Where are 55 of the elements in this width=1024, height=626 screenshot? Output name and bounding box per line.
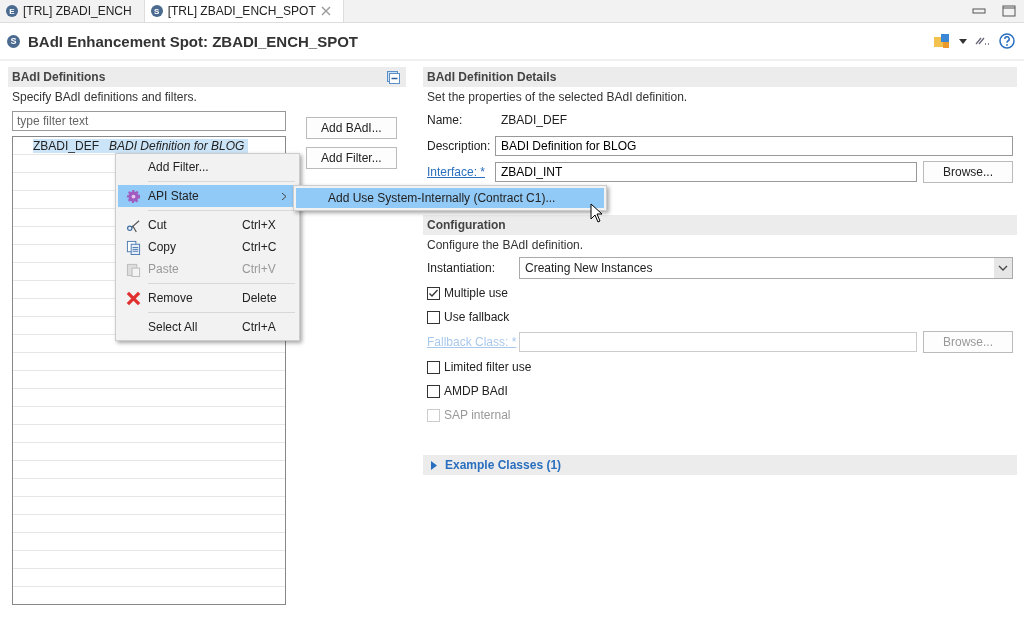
section-description: Configure the BAdI definition.	[426, 237, 585, 254]
menu-item[interactable]: Cut Ctrl+X	[118, 214, 297, 236]
section-description: Specify BAdI definitions and filters.	[11, 89, 198, 106]
editor-title: BAdI Enhancement Spot: ZBADI_ENCH_SPOT	[28, 32, 359, 50]
collapse-icon[interactable]	[387, 70, 400, 84]
checkbox[interactable]	[427, 384, 440, 398]
close-icon[interactable]	[320, 6, 331, 16]
tab-icon: S	[150, 5, 163, 17]
tab-icon: E	[6, 5, 18, 17]
checkbox-label: Use fallback	[444, 310, 510, 324]
remove-icon	[125, 290, 141, 306]
paste-icon	[125, 261, 141, 277]
section-title: BAdI Definitions	[12, 70, 106, 84]
checkbox[interactable]	[427, 360, 440, 374]
name-value: ZBADI_DEF	[500, 113, 567, 127]
interface-field[interactable]: ZBADI_INT	[495, 162, 917, 182]
editor-tab[interactable]: E [TRL] ZBADI_ENCH	[0, 0, 144, 22]
maximize-icon[interactable]	[1002, 5, 1016, 17]
interface-link[interactable]: Interface: *	[427, 165, 489, 179]
menu-item[interactable]: Select All Ctrl+A	[118, 316, 297, 338]
scissors-icon	[125, 217, 141, 233]
copy-icon	[125, 239, 141, 255]
help-icon[interactable]	[999, 33, 1015, 49]
add-button[interactable]: Add Filter...	[306, 147, 397, 169]
menu-item[interactable]: Copy Ctrl+C	[118, 236, 297, 258]
folder-icon[interactable]	[933, 33, 951, 49]
spot-icon: S	[7, 34, 20, 48]
field-label: Instantiation:	[427, 261, 497, 275]
gear-icon	[125, 188, 141, 204]
add-button[interactable]: Add BAdI...	[306, 117, 397, 139]
menu-item[interactable]: Add Use System-Internally (Contract C1)...	[296, 188, 604, 208]
checkbox[interactable]	[427, 310, 440, 324]
checkbox-label: Multiple use	[444, 286, 509, 300]
field-label: Description:	[427, 139, 489, 153]
minimize-icon[interactable]	[972, 8, 986, 14]
tree-item[interactable]: ZBADI_DEF BADI Definition for BLOG	[33, 138, 249, 153]
section-description: Set the properties of the selected BAdI definition.	[426, 89, 689, 106]
section-title: BAdI Definition Details	[427, 70, 557, 84]
description-field[interactable]: BADI Definition for BLOG	[495, 136, 1013, 156]
expand-arrow-icon[interactable]	[431, 460, 437, 470]
section-title: Configuration	[427, 218, 506, 232]
dropdown-icon[interactable]	[959, 38, 967, 44]
caret-icon	[994, 258, 1012, 278]
filter-field[interactable]: type filter text	[12, 111, 286, 131]
browse-button[interactable]: Browse...	[923, 161, 1013, 183]
instantiation-dropdown[interactable]: Creating New Instances	[519, 257, 1013, 279]
checkbox-label: Limited filter use	[444, 360, 532, 374]
checkbox-label: AMDP BAdI	[444, 384, 508, 398]
editor-tab[interactable]: S [TRL] ZBADI_ENCH_SPOT	[143, 0, 344, 22]
checkbox[interactable]	[427, 286, 440, 300]
checkbox-label: SAP internal	[444, 408, 511, 422]
toolbar-more-icon[interactable]	[975, 37, 991, 45]
cursor-icon	[590, 203, 604, 223]
section-title[interactable]: Example Classes (1)	[445, 458, 562, 472]
field-label: Name:	[427, 113, 464, 127]
